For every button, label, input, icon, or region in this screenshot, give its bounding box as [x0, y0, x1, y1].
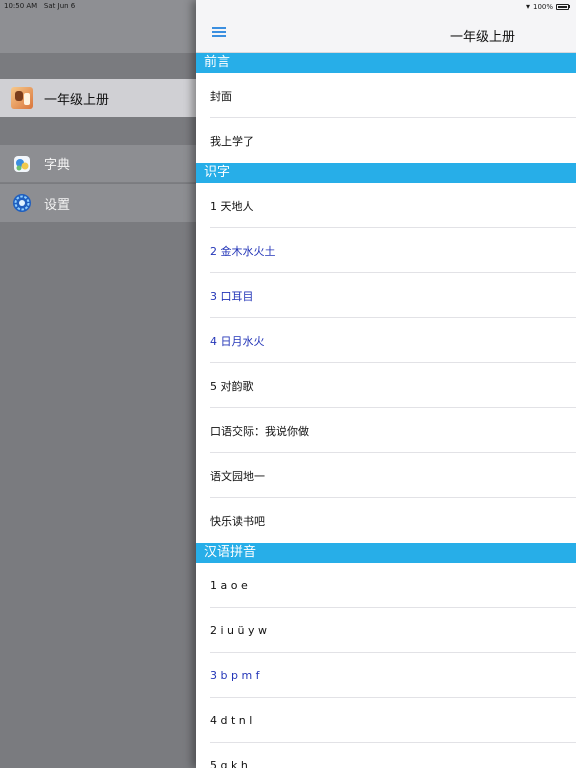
wifi-icon: ▾: [525, 2, 530, 11]
list-item[interactable]: 语文园地一: [196, 453, 576, 498]
status-bar: 10:50 AM Sat Jun 6 ▾ 100%: [0, 0, 576, 12]
sidebar-item-book-label: 一年级上册: [44, 92, 110, 108]
list-item[interactable]: 5 对韵歌: [196, 363, 576, 408]
status-right: ▾ 100%: [526, 2, 570, 11]
sidebar-item-dictionary-label: 字典: [44, 158, 71, 173]
lesson-list: 前言 封面 我上学了 识字 1 天地人 2 金木水火土 3 口耳目 4 日月水火…: [196, 53, 576, 768]
status-time-date: 10:50 AM Sat Jun 6: [4, 2, 75, 10]
sidebar-item-book[interactable]: 一年级上册: [0, 79, 196, 117]
list-item[interactable]: 5 g k h: [196, 743, 576, 768]
list-item[interactable]: 2 金木水火土: [196, 228, 576, 273]
lesson-list-panel: 一年级上册 前言 封面 我上学了 识字 1 天地人 2 金木水火土 3 口耳目 …: [196, 0, 576, 768]
list-item[interactable]: 封面: [196, 73, 576, 118]
list-item[interactable]: 4 d t n l: [196, 698, 576, 743]
list-item[interactable]: 口语交际：我说你做: [196, 408, 576, 453]
list-item[interactable]: 4 日月水火: [196, 318, 576, 363]
battery-percent: 100%: [532, 2, 553, 11]
dictionary-icon: [11, 153, 33, 175]
list-item[interactable]: 快乐读书吧: [196, 498, 576, 543]
page-title: 一年级上册: [196, 26, 576, 45]
section-header: 汉语拼音: [196, 543, 576, 563]
page-title-text: 一年级上册: [450, 30, 516, 45]
section-header: 识字: [196, 163, 576, 183]
battery-icon: [556, 3, 569, 10]
status-time: 10:50 AM: [4, 2, 38, 10]
battery-tip: [569, 5, 570, 8]
sidebar-item-settings-label: 设置: [44, 197, 71, 213]
sidebar: 一年级上册 字典 设置: [0, 0, 196, 768]
sidebar-item-dictionary[interactable]: 字典: [0, 145, 196, 183]
list-item[interactable]: 3 b p m f: [196, 653, 576, 698]
list-item[interactable]: 1 天地人: [196, 183, 576, 228]
section-header: 前言: [196, 53, 576, 73]
list-item[interactable]: 3 口耳目: [196, 273, 576, 318]
list-item[interactable]: 2 i u ü y w: [196, 608, 576, 653]
sidebar-item-settings[interactable]: 设置: [0, 184, 196, 222]
list-item[interactable]: 我上学了: [196, 118, 576, 163]
gear-icon: [11, 192, 33, 214]
book-cover-icon: [11, 87, 33, 109]
list-item[interactable]: 1 a o e: [196, 563, 576, 608]
status-date: Sat Jun 6: [43, 2, 76, 10]
